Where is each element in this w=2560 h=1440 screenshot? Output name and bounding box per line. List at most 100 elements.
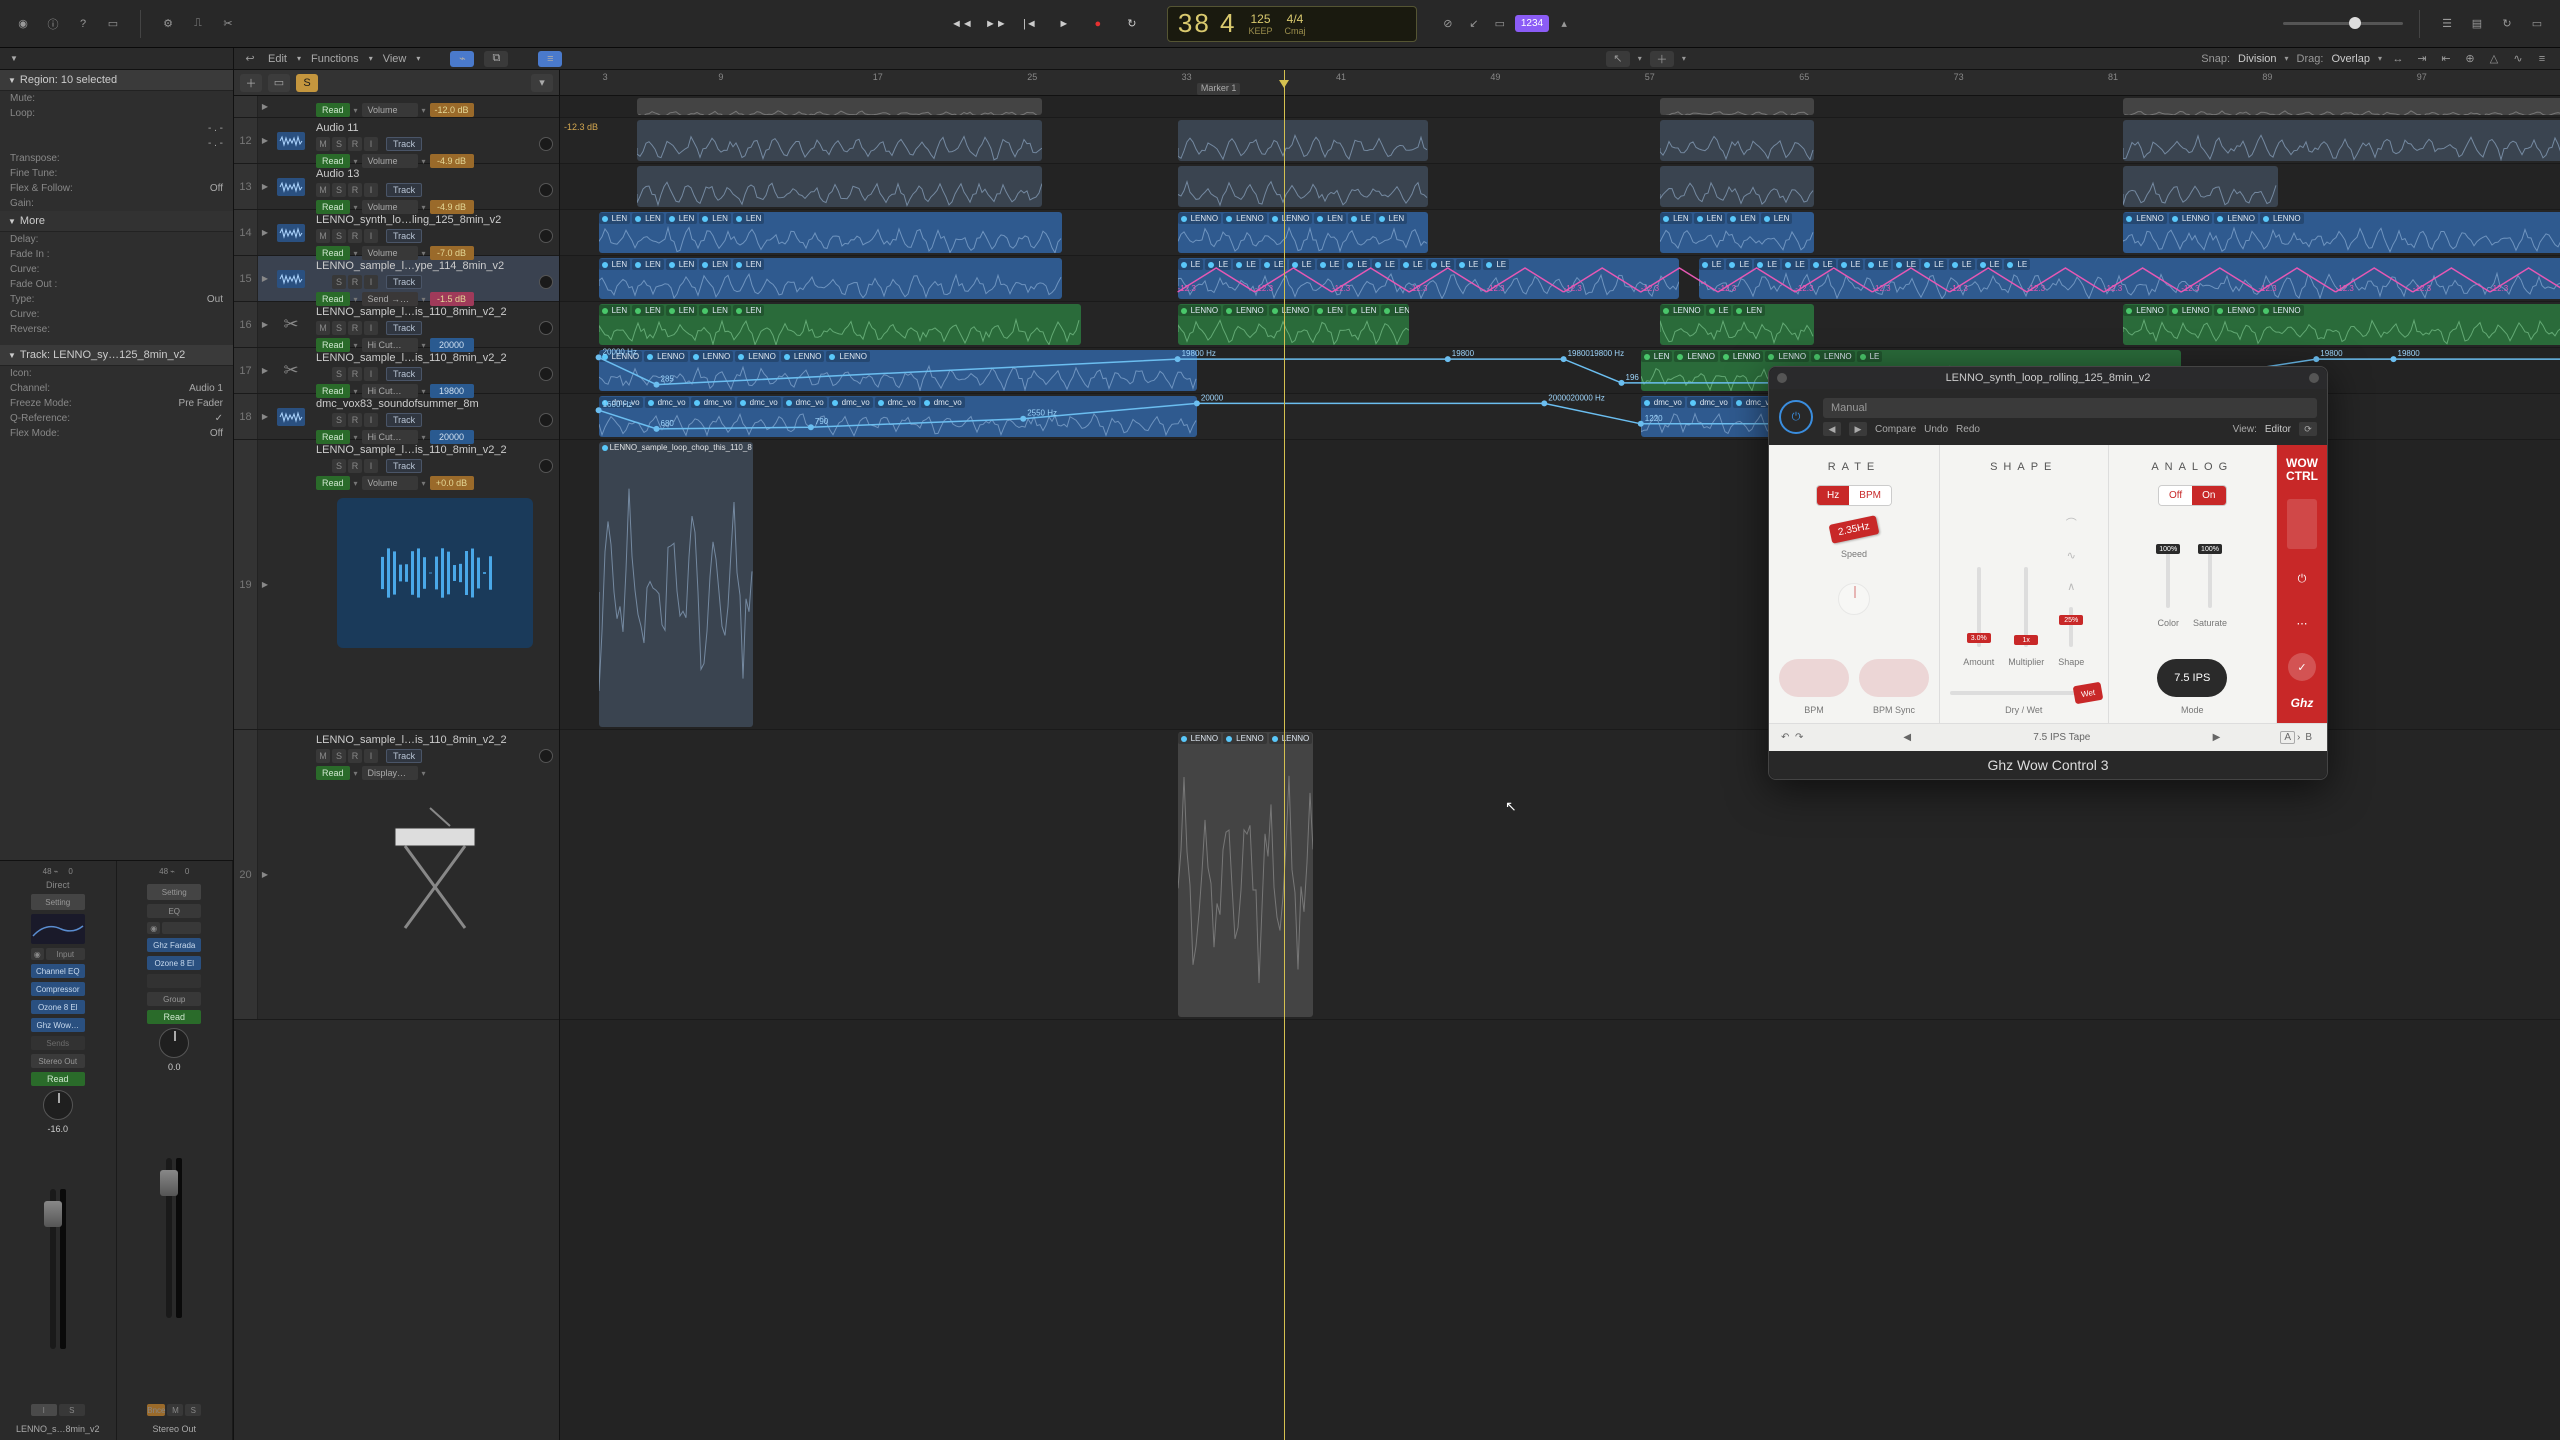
region[interactable] [637, 120, 1042, 161]
view-mode[interactable]: Editor [2265, 424, 2291, 435]
region[interactable] [1178, 166, 1429, 207]
insert-slot[interactable]: Channel EQ [31, 964, 85, 978]
bpm-sync-display[interactable] [1859, 659, 1929, 697]
track-chip[interactable]: Track [386, 137, 422, 151]
mode-S[interactable]: S [59, 1404, 85, 1416]
rewind-button[interactable]: ◄◄ [947, 12, 977, 36]
disclosure-triangle[interactable]: ▶ [258, 118, 272, 163]
inspector-row[interactable]: Mute: [0, 91, 233, 106]
track-header[interactable]: 18▶dmc_vox83_soundofsummer_8mSRITrackRea… [234, 394, 559, 440]
autopunch-icon[interactable]: ↙ [1463, 13, 1485, 35]
inspector-row[interactable]: Flex & Follow:Off [0, 181, 233, 196]
ab-a[interactable]: A [2280, 731, 2295, 744]
loops-icon[interactable]: ↻ [2496, 13, 2518, 35]
region[interactable]: LENNOLENNOLENNOLENNOLENNOLENNO [599, 350, 1197, 391]
s-button[interactable]: S [332, 321, 346, 335]
region[interactable]: LENNOLENNOLENNOLENNO [1178, 732, 1313, 1017]
plugin-window[interactable]: LENNO_synth_loop_rolling_125_8min_v2 ⏻ M… [1768, 366, 2328, 780]
region[interactable]: LENNOLENNOLENNOLENNO [2123, 212, 2560, 253]
redo-button[interactable]: Redo [1956, 424, 1980, 435]
track-name[interactable]: Audio 13 [316, 168, 553, 180]
metronome-icon[interactable]: ▴ [1553, 13, 1575, 35]
pan-knob[interactable] [539, 749, 553, 763]
inspector-row[interactable]: Gain: [0, 196, 233, 211]
sidechain-button[interactable]: ⟳ [2299, 422, 2317, 436]
s-button[interactable]: S [332, 183, 346, 197]
i-button[interactable]: I [364, 183, 378, 197]
arrange-lane[interactable]: LENLENLENLENLENLENNOLENNOLENNOLENLENLENL… [560, 302, 2560, 348]
automation-read[interactable]: Read [147, 1010, 201, 1024]
m-button[interactable]: M [316, 321, 330, 335]
countin-button[interactable]: 1234 [1515, 15, 1549, 32]
catch-button[interactable]: ≡ [538, 51, 562, 67]
auto-mode[interactable]: Read [316, 766, 350, 780]
region[interactable]: dmc_vodmc_vodmc_vodmc_vodmc_vodmc_vodmc_… [599, 396, 1197, 437]
hz-toggle[interactable]: Hz [1817, 486, 1849, 505]
insert-slot[interactable]: Ghz Wow… [31, 1018, 85, 1032]
track-chip[interactable]: Track [386, 459, 422, 473]
track-name[interactable]: Audio 11 [316, 122, 553, 134]
pan-knob[interactable] [43, 1090, 73, 1120]
region[interactable]: LENNOLENNOLENNOLENNO [2123, 304, 2560, 345]
analog-off[interactable]: Off [2159, 486, 2192, 505]
output-slot[interactable]: Stereo Out [31, 1054, 85, 1068]
forward-button[interactable]: ►► [981, 12, 1011, 36]
multiplier-slider[interactable]: 1x [2024, 567, 2028, 647]
input-toggle[interactable]: ◉ [31, 948, 44, 960]
arrange-lane[interactable]: -12.3 dB [560, 118, 2560, 164]
i-button[interactable]: I [364, 459, 378, 473]
arrange-lane[interactable]: LENLENLENLENLENLELELELELELELELELELELELEL… [560, 256, 2560, 302]
pan-knob[interactable] [539, 459, 553, 473]
arrange-lane[interactable] [560, 96, 2560, 118]
track-header[interactable]: 12▶Audio 11MSRITrackRead▾Volume▾-4.9 dB [234, 118, 559, 164]
side-menu-icon[interactable]: ⋯ [2288, 609, 2316, 637]
region[interactable]: LENNO_sample_loop_chop_this_110_8 [599, 442, 753, 727]
insert-slot[interactable]: Compressor [31, 982, 85, 996]
s-button[interactable]: S [332, 367, 346, 381]
auto-mode[interactable]: Read [316, 476, 350, 490]
auto-value[interactable]: +0.0 dB [430, 476, 474, 490]
ruler[interactable]: 3917253341495765738189971051131211291371… [560, 70, 2560, 96]
s-button[interactable]: S [332, 749, 346, 763]
track-inspector-header[interactable]: ▼Track: LENNO_sy…125_8min_v2 [0, 345, 233, 366]
inspector-row[interactable]: Channel:Audio 1 [0, 381, 233, 396]
mode-I[interactable]: I [31, 1404, 57, 1416]
inspector-row[interactable]: Freeze Mode:Pre Fader [0, 396, 233, 411]
i-button[interactable]: I [364, 367, 378, 381]
i-button[interactable]: I [364, 321, 378, 335]
catch-playhead-icon[interactable]: ↔ [2390, 48, 2406, 70]
waveform-zoom-icon[interactable]: ∿ [2510, 48, 2526, 70]
region[interactable] [1660, 98, 1814, 115]
track-header[interactable]: 17▶✂LENNO_sample_l…is_110_8min_v2_2SRITr… [234, 348, 559, 394]
s-button[interactable]: S [332, 137, 346, 151]
toolbar-icon[interactable]: ▭ [102, 13, 124, 35]
r-button[interactable]: R [348, 229, 362, 243]
auto-value[interactable]: -12.0 dB [430, 103, 474, 117]
plugin-menu-button[interactable] [2309, 373, 2319, 383]
region[interactable] [1660, 166, 1814, 207]
next-preset-button[interactable]: ▶ [1849, 422, 1867, 436]
menu-edit[interactable]: Edit [268, 53, 287, 65]
undo-small[interactable]: ↶ [1781, 732, 1789, 743]
notepad-icon[interactable]: ▤ [2466, 13, 2488, 35]
bpm-display[interactable] [1779, 659, 1849, 697]
auto-mode[interactable]: Read [316, 103, 350, 117]
disclosure-triangle[interactable]: ▶ [258, 164, 272, 209]
fader[interactable] [166, 1158, 172, 1318]
disclosure-triangle[interactable]: ▶ [258, 210, 272, 255]
side-power-icon[interactable]: ⏻ [2288, 565, 2316, 593]
color-slider[interactable]: 100% [2166, 548, 2170, 608]
marker[interactable]: Marker 1 [1197, 83, 1241, 95]
editors-icon[interactable]: ✂ [217, 13, 239, 35]
browser-icon[interactable]: ▭ [2526, 13, 2548, 35]
key-value[interactable]: Cmaj [1285, 26, 1306, 36]
r-button[interactable]: R [348, 183, 362, 197]
inspector-row[interactable]: Delay: [0, 232, 233, 247]
disclosure-triangle[interactable]: ▶ [258, 394, 272, 439]
s-button[interactable]: S [332, 275, 346, 289]
disclosure-triangle[interactable]: ▶ [258, 730, 272, 1019]
inspector-row[interactable]: Fade In : [0, 247, 233, 262]
pan-knob[interactable] [539, 413, 553, 427]
replace-icon[interactable]: ⊘ [1437, 13, 1459, 35]
r-button[interactable]: R [348, 749, 362, 763]
